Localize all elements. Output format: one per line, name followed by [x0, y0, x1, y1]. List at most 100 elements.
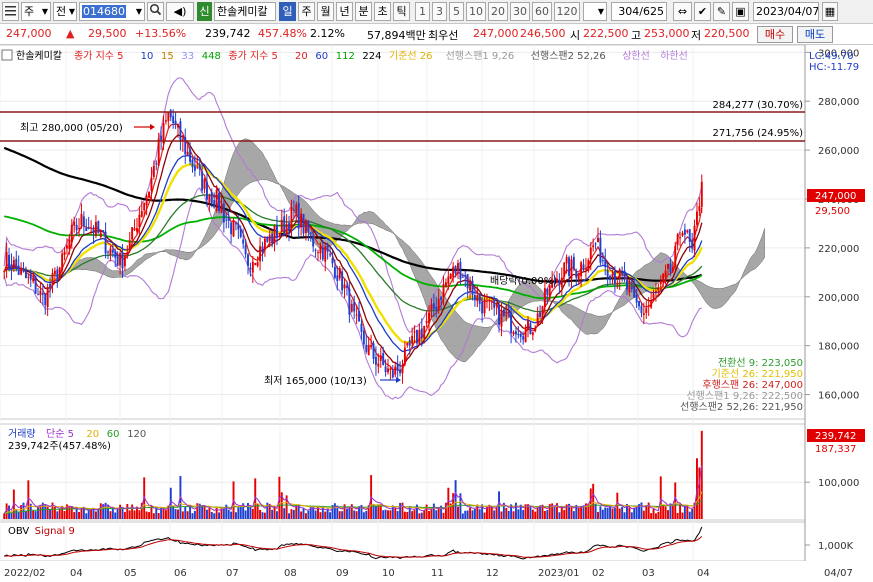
candle-body — [640, 306, 643, 314]
volume-bar — [148, 512, 150, 519]
candle-body — [611, 274, 614, 279]
volume-bar — [645, 505, 648, 519]
volume-bar — [365, 510, 368, 519]
main-legend-item: 상한선 — [622, 50, 650, 62]
candle-body — [457, 263, 459, 272]
candle-body — [609, 276, 612, 280]
candle-body — [548, 285, 551, 298]
candle-body — [244, 245, 247, 255]
tab-year[interactable]: 년 — [336, 2, 353, 21]
stock-name-field[interactable]: 한솔케미칼 — [214, 2, 276, 21]
volume-bar — [353, 510, 356, 519]
candle-body — [601, 260, 604, 262]
candle-body — [362, 330, 365, 345]
interval-120[interactable]: 120 — [554, 2, 580, 21]
volume-bar — [133, 510, 136, 519]
candle-body — [17, 265, 20, 275]
stock-code-input[interactable]: 014680 ▼ — [79, 2, 145, 21]
custom-interval-select[interactable]: ▼ — [583, 2, 607, 21]
tab-second[interactable]: 초 — [374, 2, 391, 21]
period-select[interactable]: 주 ▼ — [21, 2, 51, 21]
candle-body — [10, 264, 13, 271]
volume-bar — [333, 503, 336, 519]
sound-button[interactable]: ◀) — [166, 2, 194, 21]
count-field[interactable]: 304/625 — [611, 2, 667, 21]
candle-body — [413, 331, 416, 333]
candle-body — [210, 192, 213, 204]
candle-body — [459, 262, 462, 280]
volume-bar — [346, 508, 348, 519]
interval-20[interactable]: 20 — [488, 2, 508, 21]
date-field[interactable]: 2023/04/07 — [753, 2, 819, 21]
interval-1[interactable]: 1 — [415, 2, 430, 21]
save-button[interactable]: ▣ — [732, 2, 749, 21]
chevron-down-icon: ▼ — [68, 7, 75, 16]
candle-body — [285, 223, 288, 234]
search-button[interactable] — [147, 2, 164, 21]
volume-legend-item: 120 — [127, 429, 146, 440]
interval-3[interactable]: 3 — [432, 2, 447, 21]
chart-area[interactable]: 100,000 1,000K 300,000280,000260,000240,… — [0, 45, 873, 582]
pin-button[interactable]: ✔ — [694, 2, 711, 21]
candle-body — [411, 335, 414, 344]
candle-body — [654, 291, 657, 293]
volume-bar — [495, 506, 498, 519]
volume-bar — [261, 512, 264, 519]
tab-day[interactable]: 일 — [279, 2, 296, 21]
lc-label: LC:49.70 — [809, 51, 854, 62]
candle-body — [630, 287, 633, 289]
credit-badge[interactable]: 신 — [197, 2, 212, 21]
volume-bar — [430, 508, 433, 519]
view-select[interactable]: 전 ▼ — [53, 2, 77, 21]
volume-bar — [17, 512, 20, 519]
volume-bar — [10, 512, 13, 519]
candle-body — [676, 234, 679, 245]
candle-body — [365, 344, 368, 352]
candle-body — [343, 284, 346, 289]
volume-bar — [90, 509, 93, 519]
candle-body — [234, 223, 237, 225]
tab-minute[interactable]: 분 — [355, 2, 372, 21]
draw-button[interactable]: ✎ — [713, 2, 730, 21]
candle-body — [196, 166, 199, 168]
sell-button[interactable]: 매도 — [797, 26, 833, 43]
zoom-button[interactable]: ⇔ — [673, 2, 692, 21]
volume-bar — [399, 502, 402, 519]
tab-month[interactable]: 월 — [317, 2, 334, 21]
interval-5[interactable]: 5 — [449, 2, 464, 21]
candle-body — [111, 249, 114, 253]
volume-bar — [618, 508, 621, 519]
candle-body — [97, 221, 100, 234]
date-picker-button[interactable]: ▦ — [822, 2, 838, 21]
buy-button[interactable]: 매수 — [757, 26, 793, 43]
candle-body — [563, 262, 566, 277]
volume-bar — [203, 505, 206, 519]
count-value: 304 — [618, 5, 640, 18]
candle-body — [148, 191, 150, 198]
volume-bar — [512, 511, 515, 519]
volume-bar — [662, 504, 665, 519]
settings-icon[interactable] — [1, 49, 13, 61]
candle-body — [466, 274, 469, 289]
x-tick-label: 02 — [592, 568, 605, 579]
volume-bar — [126, 504, 129, 519]
interval-30[interactable]: 30 — [510, 2, 530, 21]
volume-bar — [155, 508, 158, 519]
candle-body — [546, 288, 549, 296]
volume-bar — [700, 430, 703, 519]
list-icon[interactable] — [2, 2, 19, 21]
interval-10[interactable]: 10 — [466, 2, 486, 21]
tab-week[interactable]: 주 — [298, 2, 315, 21]
volume-bar — [271, 509, 274, 519]
obv-legend-item: Signal 9 — [35, 526, 75, 537]
volume-bar — [273, 506, 276, 519]
candle-body — [541, 306, 544, 318]
candle-body — [432, 303, 435, 310]
candle-body — [92, 229, 95, 234]
candle-body — [662, 273, 665, 283]
candle-body — [374, 356, 377, 365]
tab-tick[interactable]: 틱 — [393, 2, 410, 21]
volume-bar — [191, 513, 194, 519]
interval-60[interactable]: 60 — [532, 2, 552, 21]
volume-bar — [396, 511, 399, 519]
